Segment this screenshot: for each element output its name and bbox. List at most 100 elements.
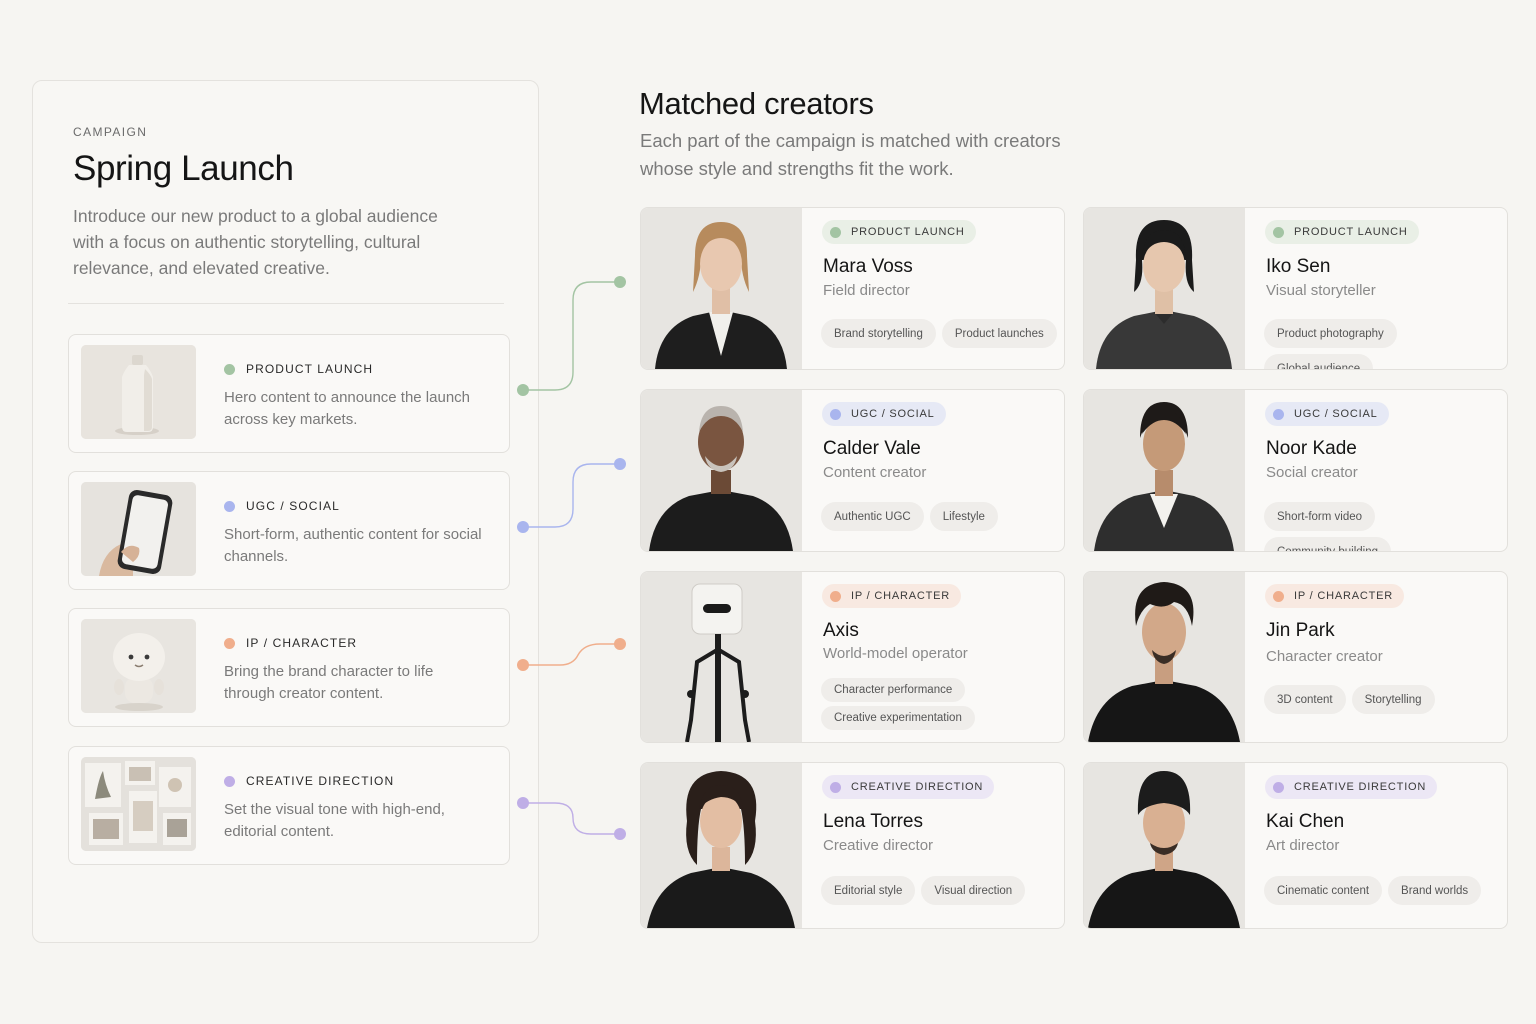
skill-chip[interactable]: Community building bbox=[1264, 537, 1391, 551]
skill-chips: Authentic UGC Lifestyle bbox=[821, 502, 1058, 531]
creator-name: Axis bbox=[823, 620, 859, 641]
creator-name: Iko Sen bbox=[1266, 256, 1331, 277]
creator-tag: PRODUCT LAUNCH bbox=[1265, 220, 1419, 244]
work-description: Short-form, authentic content for social… bbox=[224, 526, 482, 565]
skill-chip[interactable]: Product launches bbox=[941, 319, 1057, 348]
skill-chips: 3D content Storytelling bbox=[1264, 685, 1501, 714]
creator-role: Visual storyteller bbox=[1266, 282, 1376, 299]
creator-name: Mara Voss bbox=[823, 256, 913, 277]
skill-chip[interactable]: Cinematic content bbox=[1264, 876, 1383, 905]
work-description: Set the visual tone with high-end, edito… bbox=[224, 801, 445, 840]
creator-role: World-model operator bbox=[823, 645, 968, 662]
creator-photo bbox=[1084, 390, 1245, 551]
creator-photo bbox=[641, 390, 802, 551]
skill-chips: Product photography Global audience bbox=[1264, 319, 1501, 369]
campaign-title: Spring Launch bbox=[73, 149, 294, 188]
skill-chip[interactable]: Global audience bbox=[1264, 354, 1374, 369]
creator-tag: UGC / SOCIAL bbox=[1265, 402, 1389, 426]
skill-chip[interactable]: Brand worlds bbox=[1388, 876, 1482, 905]
creator-tag: CREATIVE DIRECTION bbox=[1265, 775, 1438, 799]
creator-card-noor-kade[interactable]: UGC / SOCIAL Noor Kade Social creator Sh… bbox=[1083, 389, 1508, 552]
skill-chip[interactable]: Product photography bbox=[1264, 319, 1397, 348]
creator-role: Art director bbox=[1266, 837, 1340, 854]
work-tag: CREATIVE DIRECTION bbox=[224, 774, 394, 788]
creator-card-axis[interactable]: IP / CHARACTER Axis World-model operator… bbox=[640, 571, 1065, 743]
work-item-product-launch[interactable]: PRODUCT LAUNCH Hero content to announce … bbox=[68, 334, 510, 453]
work-description: Hero content to announce the launch acro… bbox=[224, 389, 471, 428]
matched-creators-title: Matched creators bbox=[639, 86, 874, 121]
creator-tag-label: CREATIVE DIRECTION bbox=[851, 781, 984, 793]
creator-card-kai-chen[interactable]: CREATIVE DIRECTION Kai Chen Art director… bbox=[1083, 762, 1508, 929]
divider bbox=[68, 303, 504, 304]
skill-chip[interactable]: Storytelling bbox=[1351, 685, 1435, 714]
work-tag: PRODUCT LAUNCH bbox=[224, 362, 373, 376]
creator-card-lena-torres[interactable]: CREATIVE DIRECTION Lena Torres Creative … bbox=[640, 762, 1065, 929]
creator-tag-label: CREATIVE DIRECTION bbox=[1294, 781, 1427, 793]
creator-role: Creative director bbox=[823, 837, 934, 854]
skill-chips: Character performance Creative experimen… bbox=[821, 678, 1021, 730]
skill-chip[interactable]: 3D content bbox=[1264, 685, 1346, 714]
work-tag-label: IP / CHARACTER bbox=[246, 636, 358, 650]
creator-name: Noor Kade bbox=[1266, 438, 1357, 459]
skill-chip[interactable]: Editorial style bbox=[821, 876, 916, 905]
work-tag: IP / CHARACTER bbox=[224, 636, 357, 650]
tag-dot-icon bbox=[224, 500, 235, 512]
creator-tag: CREATIVE DIRECTION bbox=[822, 775, 995, 799]
tag-dot-icon bbox=[830, 781, 841, 793]
connector-dot-icon bbox=[614, 458, 626, 470]
campaign-description: Introduce our new product to a global au… bbox=[73, 206, 438, 278]
creator-photo bbox=[1084, 763, 1245, 928]
bottle-thumbnail bbox=[81, 345, 196, 439]
creator-card-calder-vale[interactable]: UGC / SOCIAL Calder Vale Content creator… bbox=[640, 389, 1065, 552]
mascot-thumbnail bbox=[81, 619, 196, 713]
creator-tag: IP / CHARACTER bbox=[822, 584, 962, 608]
work-tag: UGC / SOCIAL bbox=[224, 499, 340, 513]
skill-chips: Brand storytelling Product launches bbox=[821, 319, 1058, 348]
tag-dot-icon bbox=[224, 775, 235, 787]
work-item-creative-direction[interactable]: CREATIVE DIRECTION Set the visual tone w… bbox=[68, 746, 510, 865]
campaign-eyebrow: CAMPAIGN bbox=[73, 125, 148, 139]
tag-dot-icon bbox=[1273, 781, 1284, 793]
creator-card-mara-voss[interactable]: PRODUCT LAUNCH Mara Voss Field director … bbox=[640, 207, 1065, 370]
work-item-ugc-social[interactable]: UGC / SOCIAL Short-form, authentic conte… bbox=[68, 471, 510, 590]
creator-card-iko-sen[interactable]: PRODUCT LAUNCH Iko Sen Visual storytelle… bbox=[1083, 207, 1508, 370]
tag-dot-icon bbox=[1273, 408, 1284, 420]
creator-card-jin-park[interactable]: IP / CHARACTER Jin Park Character creato… bbox=[1083, 571, 1508, 743]
creator-tag-label: PRODUCT LAUNCH bbox=[1294, 226, 1408, 238]
creator-tag-label: IP / CHARACTER bbox=[851, 590, 951, 602]
skill-chips: Short-form video Community building bbox=[1264, 502, 1501, 551]
tag-dot-icon bbox=[224, 363, 235, 375]
work-item-ip-character[interactable]: IP / CHARACTER Bring the brand character… bbox=[68, 608, 510, 727]
creator-tag-label: UGC / SOCIAL bbox=[1294, 408, 1378, 420]
tag-dot-icon bbox=[1273, 590, 1284, 602]
skill-chip[interactable]: Short-form video bbox=[1264, 502, 1376, 531]
skill-chip[interactable]: Authentic UGC bbox=[821, 502, 924, 531]
creator-role: Content creator bbox=[823, 464, 927, 481]
tag-dot-icon bbox=[830, 408, 841, 420]
creator-role: Field director bbox=[823, 282, 910, 299]
creator-tag: PRODUCT LAUNCH bbox=[822, 220, 976, 244]
skill-chip[interactable]: Creative experimentation bbox=[821, 706, 975, 730]
creator-photo bbox=[641, 763, 802, 928]
skill-chip[interactable]: Brand storytelling bbox=[821, 319, 936, 348]
work-tag-label: UGC / SOCIAL bbox=[246, 499, 340, 513]
work-tag-label: CREATIVE DIRECTION bbox=[246, 774, 395, 788]
skill-chip[interactable]: Character performance bbox=[821, 678, 966, 702]
campaign-panel: CAMPAIGN Spring Launch Introduce our new… bbox=[32, 80, 539, 943]
creator-tag-label: IP / CHARACTER bbox=[1294, 590, 1394, 602]
tag-dot-icon bbox=[830, 226, 841, 238]
moodboard-thumbnail bbox=[81, 757, 196, 851]
creator-tag: IP / CHARACTER bbox=[1265, 584, 1405, 608]
tag-dot-icon bbox=[830, 590, 841, 602]
creator-name: Jin Park bbox=[1266, 620, 1335, 641]
tag-dot-icon bbox=[1273, 226, 1284, 238]
phone-in-hand-thumbnail bbox=[81, 482, 196, 576]
skill-chip[interactable]: Lifestyle bbox=[929, 502, 998, 531]
skill-chips: Cinematic content Brand worlds bbox=[1264, 876, 1501, 905]
skill-chip[interactable]: Visual direction bbox=[921, 876, 1026, 905]
connector-dot-icon bbox=[614, 828, 626, 840]
creator-name: Calder Vale bbox=[823, 438, 921, 459]
connector-dot-icon bbox=[614, 276, 626, 288]
creator-tag: UGC / SOCIAL bbox=[822, 402, 946, 426]
creator-role: Social creator bbox=[1266, 464, 1358, 481]
